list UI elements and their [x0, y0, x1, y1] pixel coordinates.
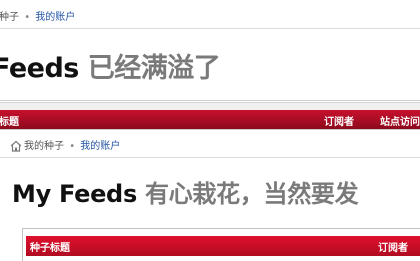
- page-title-english: Feeds: [0, 53, 79, 84]
- divider: [0, 157, 420, 158]
- my-account-link[interactable]: 我的账户: [35, 12, 75, 23]
- breadcrumb-separator: •: [24, 12, 31, 23]
- divider: [0, 100, 420, 101]
- breadcrumb: 种子 • 我的账户: [0, 8, 75, 23]
- page-title-english: My Feeds: [12, 180, 137, 208]
- page-title: My Feeds 有心栽花，当然要发: [12, 174, 359, 209]
- table-header-bar: 标题 订阅者 站点访问: [0, 110, 420, 129]
- breadcrumb: 我的种子 • 我的账户: [24, 137, 120, 152]
- page-title-chinese: 已经满溢了: [87, 53, 221, 84]
- my-account-link[interactable]: 我的账户: [80, 141, 120, 152]
- breadcrumb-seed: 种子: [0, 12, 19, 23]
- column-header-subscribers[interactable]: 订阅者: [378, 239, 408, 254]
- home-icon[interactable]: [10, 140, 22, 152]
- page-title-chinese: 有心栽花，当然要发: [145, 180, 359, 208]
- top-panel: 种子 • 我的账户 Feeds 已经满溢了: [0, 0, 420, 102]
- column-header-title[interactable]: 标题: [0, 113, 19, 128]
- divider: [0, 28, 420, 29]
- feeds-table-header: 种子标题 订阅者: [26, 236, 420, 256]
- column-header-subscribers[interactable]: 订阅者: [324, 113, 354, 128]
- breadcrumb-my-seeds[interactable]: 我的种子: [24, 141, 64, 152]
- breadcrumb-separator: •: [69, 141, 76, 152]
- page-title: Feeds 已经满溢了: [0, 46, 221, 85]
- column-header-seed-title[interactable]: 种子标题: [30, 239, 70, 254]
- column-header-site-visits[interactable]: 站点访问: [380, 113, 420, 128]
